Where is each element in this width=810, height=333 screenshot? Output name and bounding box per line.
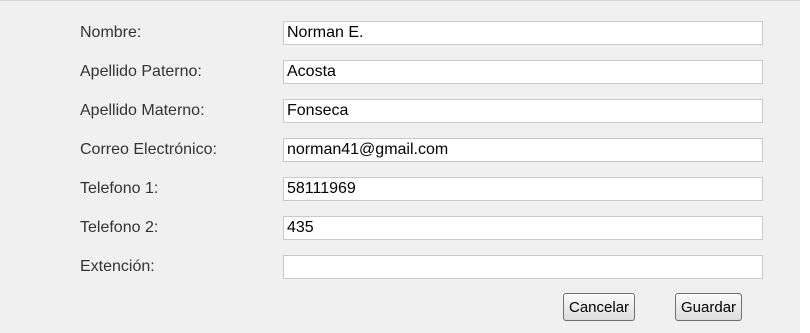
correo-field[interactable] <box>283 138 763 162</box>
apellido-paterno-label: Apellido Paterno: <box>80 63 202 80</box>
apellido-paterno-field[interactable] <box>283 60 763 84</box>
field-row-telefono-1: Telefono 1: <box>0 177 800 201</box>
extension-label: Extención: <box>80 258 155 275</box>
form-actions: Cancelar Guardar <box>0 293 800 321</box>
telefono-2-field[interactable] <box>283 216 763 240</box>
cancel-button[interactable]: Cancelar <box>563 293 636 321</box>
telefono-1-label: Telefono 1: <box>80 180 159 197</box>
save-button[interactable]: Guardar <box>675 293 743 321</box>
nombre-field[interactable] <box>283 21 763 45</box>
apellido-materno-label: Apellido Materno: <box>80 102 205 119</box>
nombre-label: Nombre: <box>80 24 142 41</box>
field-row-correo: Correo Electrónico: <box>0 138 800 162</box>
telefono-1-field[interactable] <box>283 177 763 201</box>
field-row-apellido-paterno: Apellido Paterno: <box>0 60 800 84</box>
field-row-nombre: Nombre: <box>0 21 800 45</box>
contact-form: Nombre: Apellido Paterno: Apellido Mater… <box>0 0 800 333</box>
field-row-apellido-materno: Apellido Materno: <box>0 99 800 123</box>
field-row-telefono-2: Telefono 2: <box>0 216 800 240</box>
correo-label: Correo Electrónico: <box>80 141 217 158</box>
field-row-extension: Extención: <box>0 255 800 279</box>
telefono-2-label: Telefono 2: <box>80 219 159 236</box>
apellido-materno-field[interactable] <box>283 99 763 123</box>
extension-field[interactable] <box>283 255 763 279</box>
